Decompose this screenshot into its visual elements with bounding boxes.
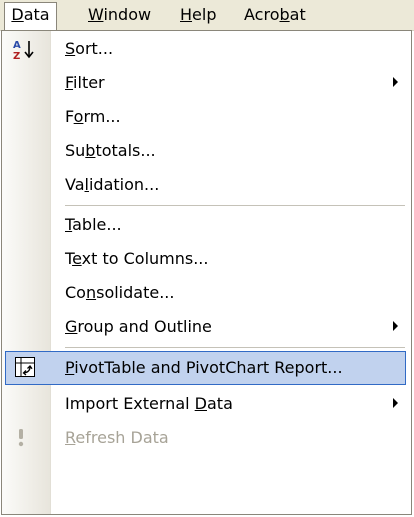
menu-item-label: Group and Outline <box>65 317 212 336</box>
submenu-arrow-icon <box>393 321 398 331</box>
menu-separator <box>65 347 405 348</box>
menu-item-label: Sort... <box>65 39 114 58</box>
menu-item-filter[interactable]: Filter <box>2 66 411 100</box>
submenu-arrow-icon <box>393 77 398 87</box>
menu-item-label: Subtotals... <box>65 141 156 160</box>
pivottable-icon <box>15 357 35 377</box>
data-menu-dropdown: A Z Sort... Filter Form... Subtotals... … <box>1 30 412 515</box>
menu-item-group-and-outline[interactable]: Group and Outline <box>2 310 411 344</box>
menu-item-label: PivotTable and PivotChart Report... <box>65 358 343 377</box>
menu-item-table[interactable]: Table... <box>2 208 411 242</box>
menu-item-label: Text to Columns... <box>65 249 209 268</box>
menu-window[interactable]: Window <box>88 3 151 27</box>
menu-help[interactable]: Help <box>180 3 216 27</box>
menu-item-label: Validation... <box>65 175 160 194</box>
menu-item-consolidate[interactable]: Consolidate... <box>2 276 411 310</box>
menu-item-label: Filter <box>65 73 105 92</box>
submenu-arrow-icon <box>393 398 398 408</box>
menu-acrobat[interactable]: Acrobat <box>244 3 306 27</box>
menu-bar: Data Window Help Acrobat <box>0 0 414 31</box>
menu-item-refresh-data[interactable]: Refresh Data <box>2 421 411 455</box>
svg-text:A: A <box>13 40 21 51</box>
sort-ascending-icon: A Z <box>13 40 34 60</box>
menu-item-validation[interactable]: Validation... <box>2 168 411 202</box>
menu-item-form[interactable]: Form... <box>2 100 411 134</box>
menu-item-subtotals[interactable]: Subtotals... <box>2 134 411 168</box>
menu-item-import-external-data[interactable]: Import External Data <box>2 387 411 421</box>
menu-separator <box>65 205 405 206</box>
svg-text:Z: Z <box>13 51 20 60</box>
menu-item-label: Consolidate... <box>65 283 175 302</box>
menu-item-sort[interactable]: A Z Sort... <box>2 32 411 66</box>
menu-item-label: Table... <box>65 215 122 234</box>
menu-data[interactable]: Data <box>4 2 57 31</box>
refresh-icon <box>18 429 24 447</box>
menu-item-label: Refresh Data <box>65 428 169 447</box>
menu-item-pivottable-report[interactable]: PivotTable and PivotChart Report... <box>5 351 406 385</box>
menu-item-label: Import External Data <box>65 394 233 413</box>
menu-item-text-to-columns[interactable]: Text to Columns... <box>2 242 411 276</box>
menu-item-label: Form... <box>65 107 121 126</box>
